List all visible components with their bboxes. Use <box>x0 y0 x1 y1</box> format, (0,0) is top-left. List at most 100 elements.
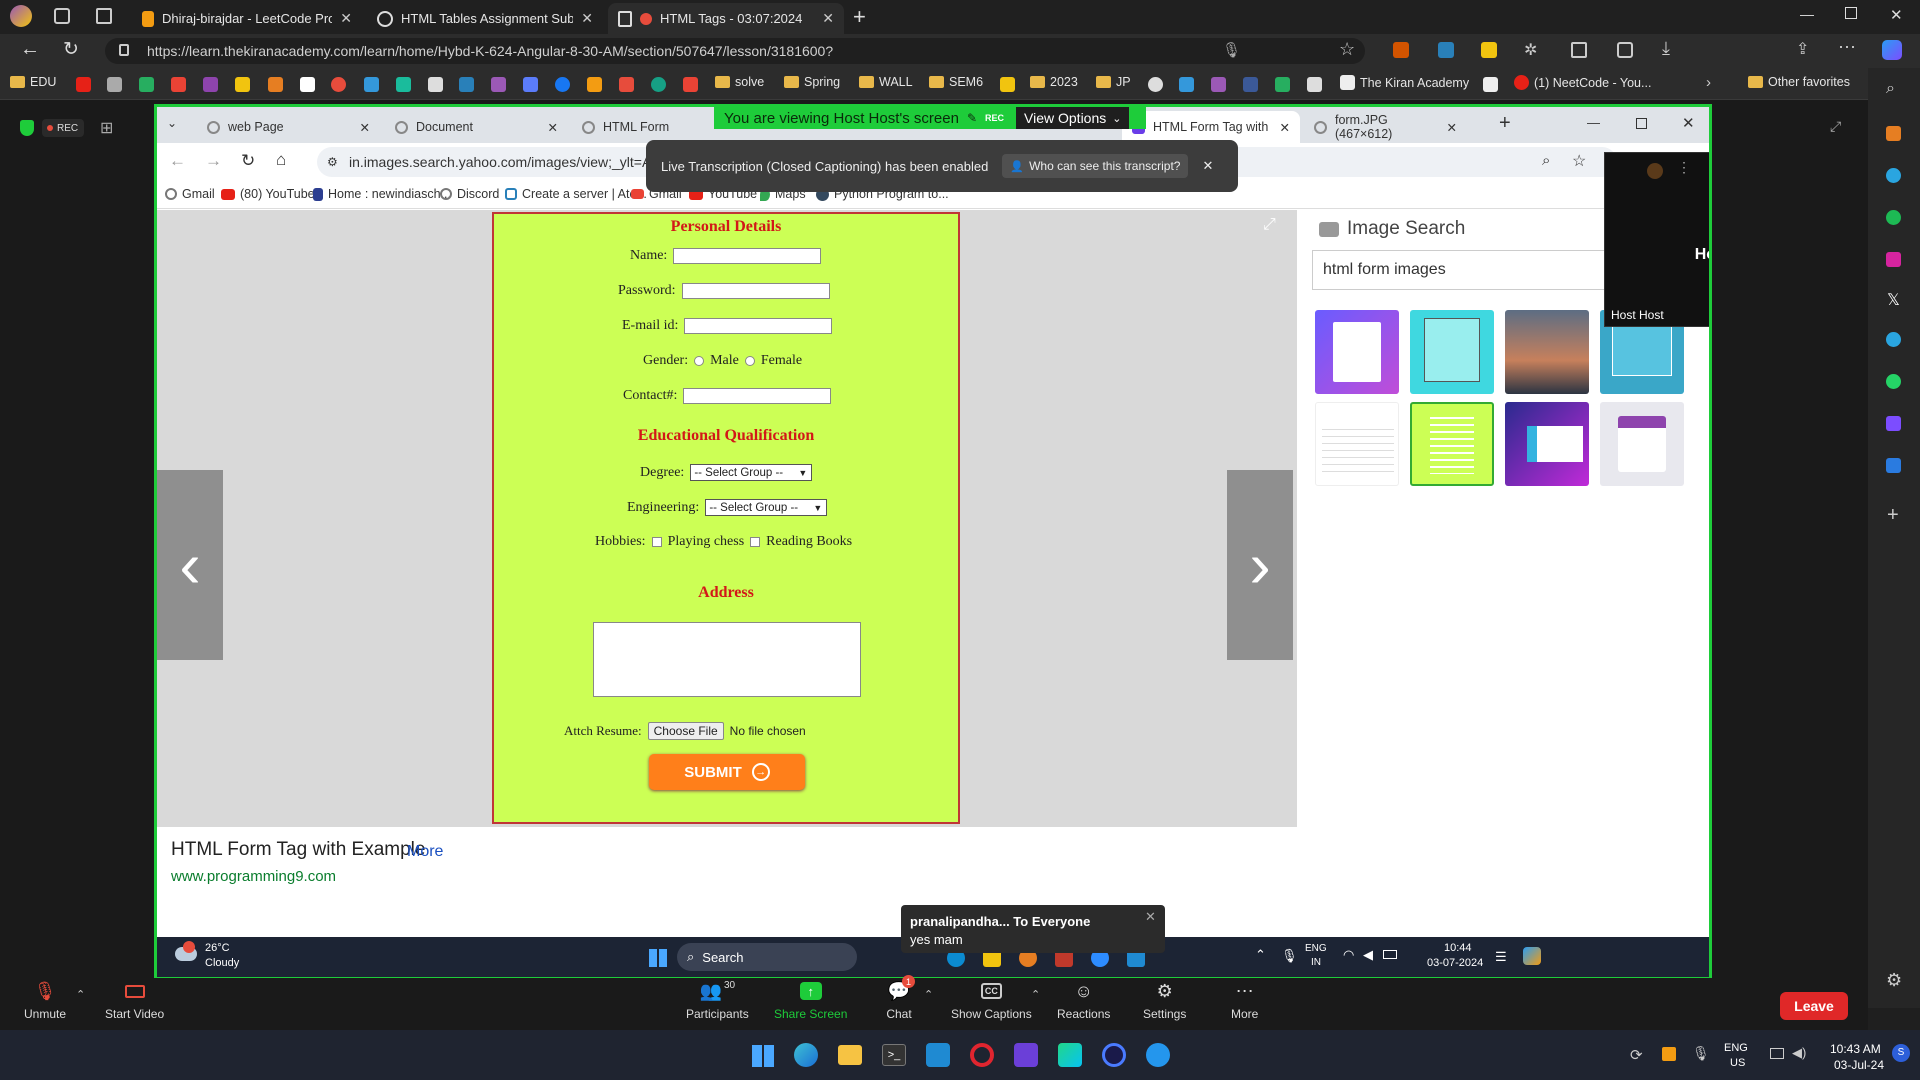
wifi-icon[interactable]: ◠ <box>1343 947 1354 963</box>
edge-browser-icon[interactable] <box>794 1043 818 1067</box>
captions-options-chevron-icon[interactable]: ⌃ <box>1031 988 1040 1001</box>
start-video-button[interactable]: Start Video <box>105 981 164 1021</box>
close-icon[interactable]: ✕ <box>1447 120 1457 135</box>
app-icon[interactable] <box>1886 416 1901 431</box>
more-link[interactable]: More <box>407 843 443 861</box>
close-icon[interactable]: ✕ <box>340 10 352 27</box>
bookmark-create-server[interactable]: Create a server | Ate... <box>505 187 647 201</box>
restore-icon[interactable] <box>1845 7 1857 19</box>
inner-tab-1[interactable]: Document ✕ <box>385 111 568 143</box>
add-icon[interactable]: + <box>1887 504 1899 527</box>
app-icon[interactable] <box>1014 1043 1038 1067</box>
lang-2[interactable]: IN <box>1311 957 1321 968</box>
outer-clock-date[interactable]: 03-Jul-24 <box>1834 1058 1884 1072</box>
docker-icon[interactable] <box>1146 1043 1170 1067</box>
bookmark-icon[interactable] <box>1179 77 1194 92</box>
close-icon[interactable]: ✕ <box>1280 120 1290 135</box>
copilot-icon[interactable] <box>1523 947 1541 965</box>
workspaces-icon[interactable] <box>54 8 70 24</box>
profile-avatar-icon[interactable] <box>10 5 32 27</box>
gmail-icon[interactable] <box>171 77 186 92</box>
reactions-button[interactable]: ☺ Reactions <box>1057 981 1110 1022</box>
extensions-puzzle-icon[interactable]: ✲ <box>1524 40 1537 60</box>
outer-lang-1[interactable]: ENG <box>1724 1042 1748 1054</box>
bookmark-neetcode[interactable]: (1) NeetCode - You... <box>1514 75 1651 90</box>
share-screen-button[interactable]: ↑ Share Screen <box>774 981 847 1021</box>
back-icon[interactable]: ← <box>169 151 186 171</box>
bookmark-icon[interactable] <box>1243 77 1258 92</box>
chat-button[interactable]: 💬 1 Chat <box>886 975 915 1021</box>
volume-icon[interactable]: ◀) <box>1792 1045 1806 1061</box>
leave-button[interactable]: Leave <box>1780 992 1848 1020</box>
close-icon[interactable]: ✕ <box>822 10 834 27</box>
participants-button[interactable]: 👥 30 Participants <box>686 980 749 1022</box>
chevron-right-icon[interactable]: › <box>1706 74 1711 91</box>
lang-1[interactable]: ENG <box>1305 943 1327 954</box>
extension-icon[interactable] <box>1481 42 1497 58</box>
bookmark-icon[interactable] <box>1275 77 1290 92</box>
show-captions-button[interactable]: CC Show Captions <box>951 981 1032 1021</box>
bookmark-icon[interactable] <box>203 77 218 92</box>
view-options-button[interactable]: View Options ⌄ <box>1016 107 1130 129</box>
windows-start-icon[interactable] <box>649 949 667 967</box>
sync-icon[interactable]: ⟳ <box>1630 1046 1643 1064</box>
vertical-tabs-icon[interactable] <box>96 8 112 24</box>
forward-icon[interactable]: → <box>205 151 222 171</box>
result-thumbnail[interactable] <box>1315 310 1399 394</box>
back-icon[interactable]: ← <box>20 38 40 61</box>
bookmark-sem6[interactable]: SEM6 <box>929 75 983 89</box>
bookmark-edu[interactable]: EDU <box>10 75 56 89</box>
minimize-icon[interactable]: — <box>1800 6 1814 22</box>
copilot-icon[interactable] <box>1882 40 1902 60</box>
bookmark-kiran-academy[interactable]: The Kiran Academy <box>1340 75 1469 90</box>
settings-button[interactable]: ⚙ Settings <box>1143 981 1186 1022</box>
opera-icon[interactable] <box>970 1043 994 1067</box>
split-screen-icon[interactable] <box>1571 42 1587 58</box>
youtube-icon[interactable] <box>76 77 91 92</box>
tile-menu-icon[interactable]: ⋮ <box>1677 159 1691 176</box>
windows-start-icon[interactable] <box>752 1045 774 1067</box>
close-icon[interactable]: ✕ <box>1202 158 1213 174</box>
tab-list-icon[interactable]: ⌄ <box>167 116 177 130</box>
inner-tab-2[interactable]: HTML Form <box>572 111 712 143</box>
bookmark-icon[interactable] <box>331 77 346 92</box>
close-window-icon[interactable]: ✕ <box>1682 114 1695 132</box>
result-thumbnail[interactable] <box>1505 310 1589 394</box>
tray-chevron-icon[interactable]: ⌃ <box>1255 947 1266 963</box>
bookmark-icon[interactable] <box>428 77 443 92</box>
bookmark-spring[interactable]: Spring <box>784 75 840 89</box>
previous-image-button[interactable]: ‹ <box>157 470 223 660</box>
new-tab-icon[interactable]: + <box>853 4 866 30</box>
terminal-icon[interactable]: >_ <box>882 1044 906 1066</box>
more-button[interactable]: ⋯ More <box>1231 981 1258 1022</box>
bookmark-icon[interactable] <box>491 77 506 92</box>
telegram-icon[interactable] <box>1886 332 1901 347</box>
next-image-button[interactable]: › <box>1227 470 1293 660</box>
bookmark-2023[interactable]: 2023 <box>1030 75 1078 89</box>
instagram-icon[interactable] <box>1886 252 1901 267</box>
close-icon[interactable]: ✕ <box>360 120 370 135</box>
zoom-icon[interactable]: ⌕ <box>1542 152 1550 169</box>
notification-icon[interactable]: ☰ <box>1495 949 1507 965</box>
taskbar-search[interactable]: ⌕ Search <box>677 943 857 971</box>
outer-url-field[interactable]: https://learn.thekiranacademy.com/learn/… <box>105 38 1365 64</box>
notification-badge-icon[interactable]: S <box>1892 1044 1910 1062</box>
x-icon[interactable]: 𝕏 <box>1887 290 1900 310</box>
clock-time[interactable]: 10:44 <box>1444 942 1472 954</box>
download-icon[interactable]: ⤓ <box>1662 38 1670 59</box>
who-can-see-transcript-button[interactable]: 👤 Who can see this transcript? <box>1002 154 1189 178</box>
mic-icon[interactable]: 🎙 <box>1222 41 1241 59</box>
minimize-icon[interactable]: — <box>1587 115 1600 130</box>
bookmark-icon[interactable] <box>1000 77 1015 92</box>
extension-icon[interactable] <box>1438 42 1454 58</box>
outer-tab-1[interactable]: HTML Tables Assignment Submis ✕ <box>367 3 603 34</box>
result-thumbnail[interactable] <box>1410 310 1494 394</box>
bookmark-home[interactable]: Home : newindiasch... <box>313 187 451 201</box>
bookmark-other-favorites[interactable]: Other favorites <box>1748 75 1850 89</box>
share-icon[interactable]: ⇪ <box>1796 39 1809 59</box>
result-site[interactable]: www.programming9.com <box>171 868 336 885</box>
inner-tab-4[interactable]: form.JPG (467×612) ✕ <box>1304 111 1467 143</box>
bookmark-icon[interactable] <box>268 77 283 92</box>
whatsapp-icon[interactable] <box>1886 374 1901 389</box>
bookmark-icon[interactable] <box>651 77 666 92</box>
